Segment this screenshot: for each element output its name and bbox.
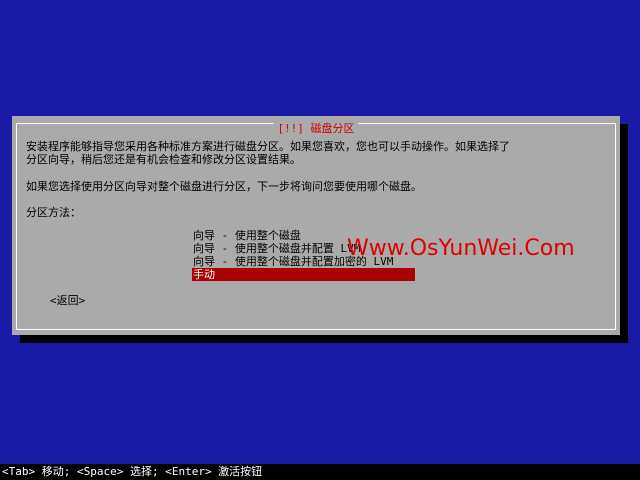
- dialog-title: [!!] 磁盘分区: [273, 123, 359, 135]
- intro-line-2: 分区向导，稍后您还是有机会检查和修改分区设置结果。: [26, 153, 301, 166]
- watermark-text: Www.OsYunWei.Com: [347, 236, 575, 261]
- back-button[interactable]: <返回>: [50, 294, 85, 307]
- partition-dialog: [!!] 磁盘分区 安装程序能够指导您采用各种标准方案进行磁盘分区。如果您喜欢，…: [12, 116, 620, 335]
- status-bar: <Tab> 移动; <Space> 选择; <Enter> 激活按钮: [0, 464, 640, 480]
- option-manual[interactable]: 手动: [192, 268, 415, 281]
- question-text: 如果您选择使用分区向导对整个磁盘进行分区，下一步将询问您要使用哪个磁盘。: [26, 180, 422, 193]
- intro-line-1: 安装程序能够指导您采用各种标准方案进行磁盘分区。如果您喜欢，您也可以手动操作。如…: [26, 140, 510, 153]
- method-label: 分区方法：: [26, 206, 81, 219]
